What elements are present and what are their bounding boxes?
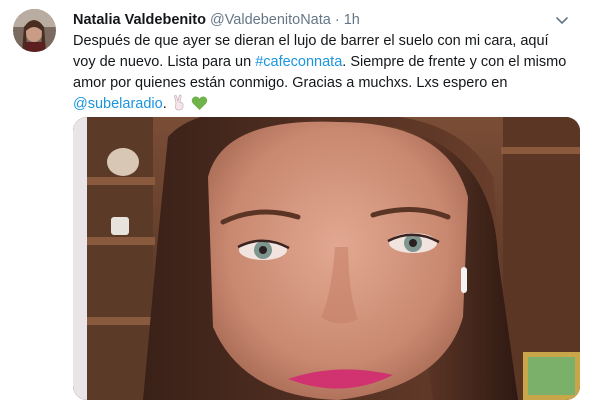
tweet-photo[interactable]	[73, 117, 580, 400]
timestamp[interactable]: 1h	[344, 12, 360, 28]
victory-hand-emoji	[171, 94, 187, 118]
tweet-text-segment: .	[162, 96, 167, 112]
user-handle[interactable]: @ValdebenitoNata	[210, 12, 331, 28]
hashtag-link[interactable]: #cafeconnata	[255, 54, 342, 70]
tweet: Natalia Valdebenito @ValdebenitoNata · 1h D…	[0, 0, 592, 409]
avatar[interactable]	[13, 9, 56, 52]
tweet-header: Natalia Valdebenito @ValdebenitoNata · 1h	[73, 10, 572, 30]
green-heart-emoji	[191, 95, 208, 118]
display-name[interactable]: Natalia Valdebenito	[73, 12, 206, 28]
tweet-text: Después de que ayer se dieran el lujo de…	[73, 31, 573, 118]
separator-dot: ·	[334, 12, 340, 28]
mention-link[interactable]: @subelaradio	[73, 96, 163, 112]
chevron-down-icon[interactable]	[552, 10, 572, 30]
